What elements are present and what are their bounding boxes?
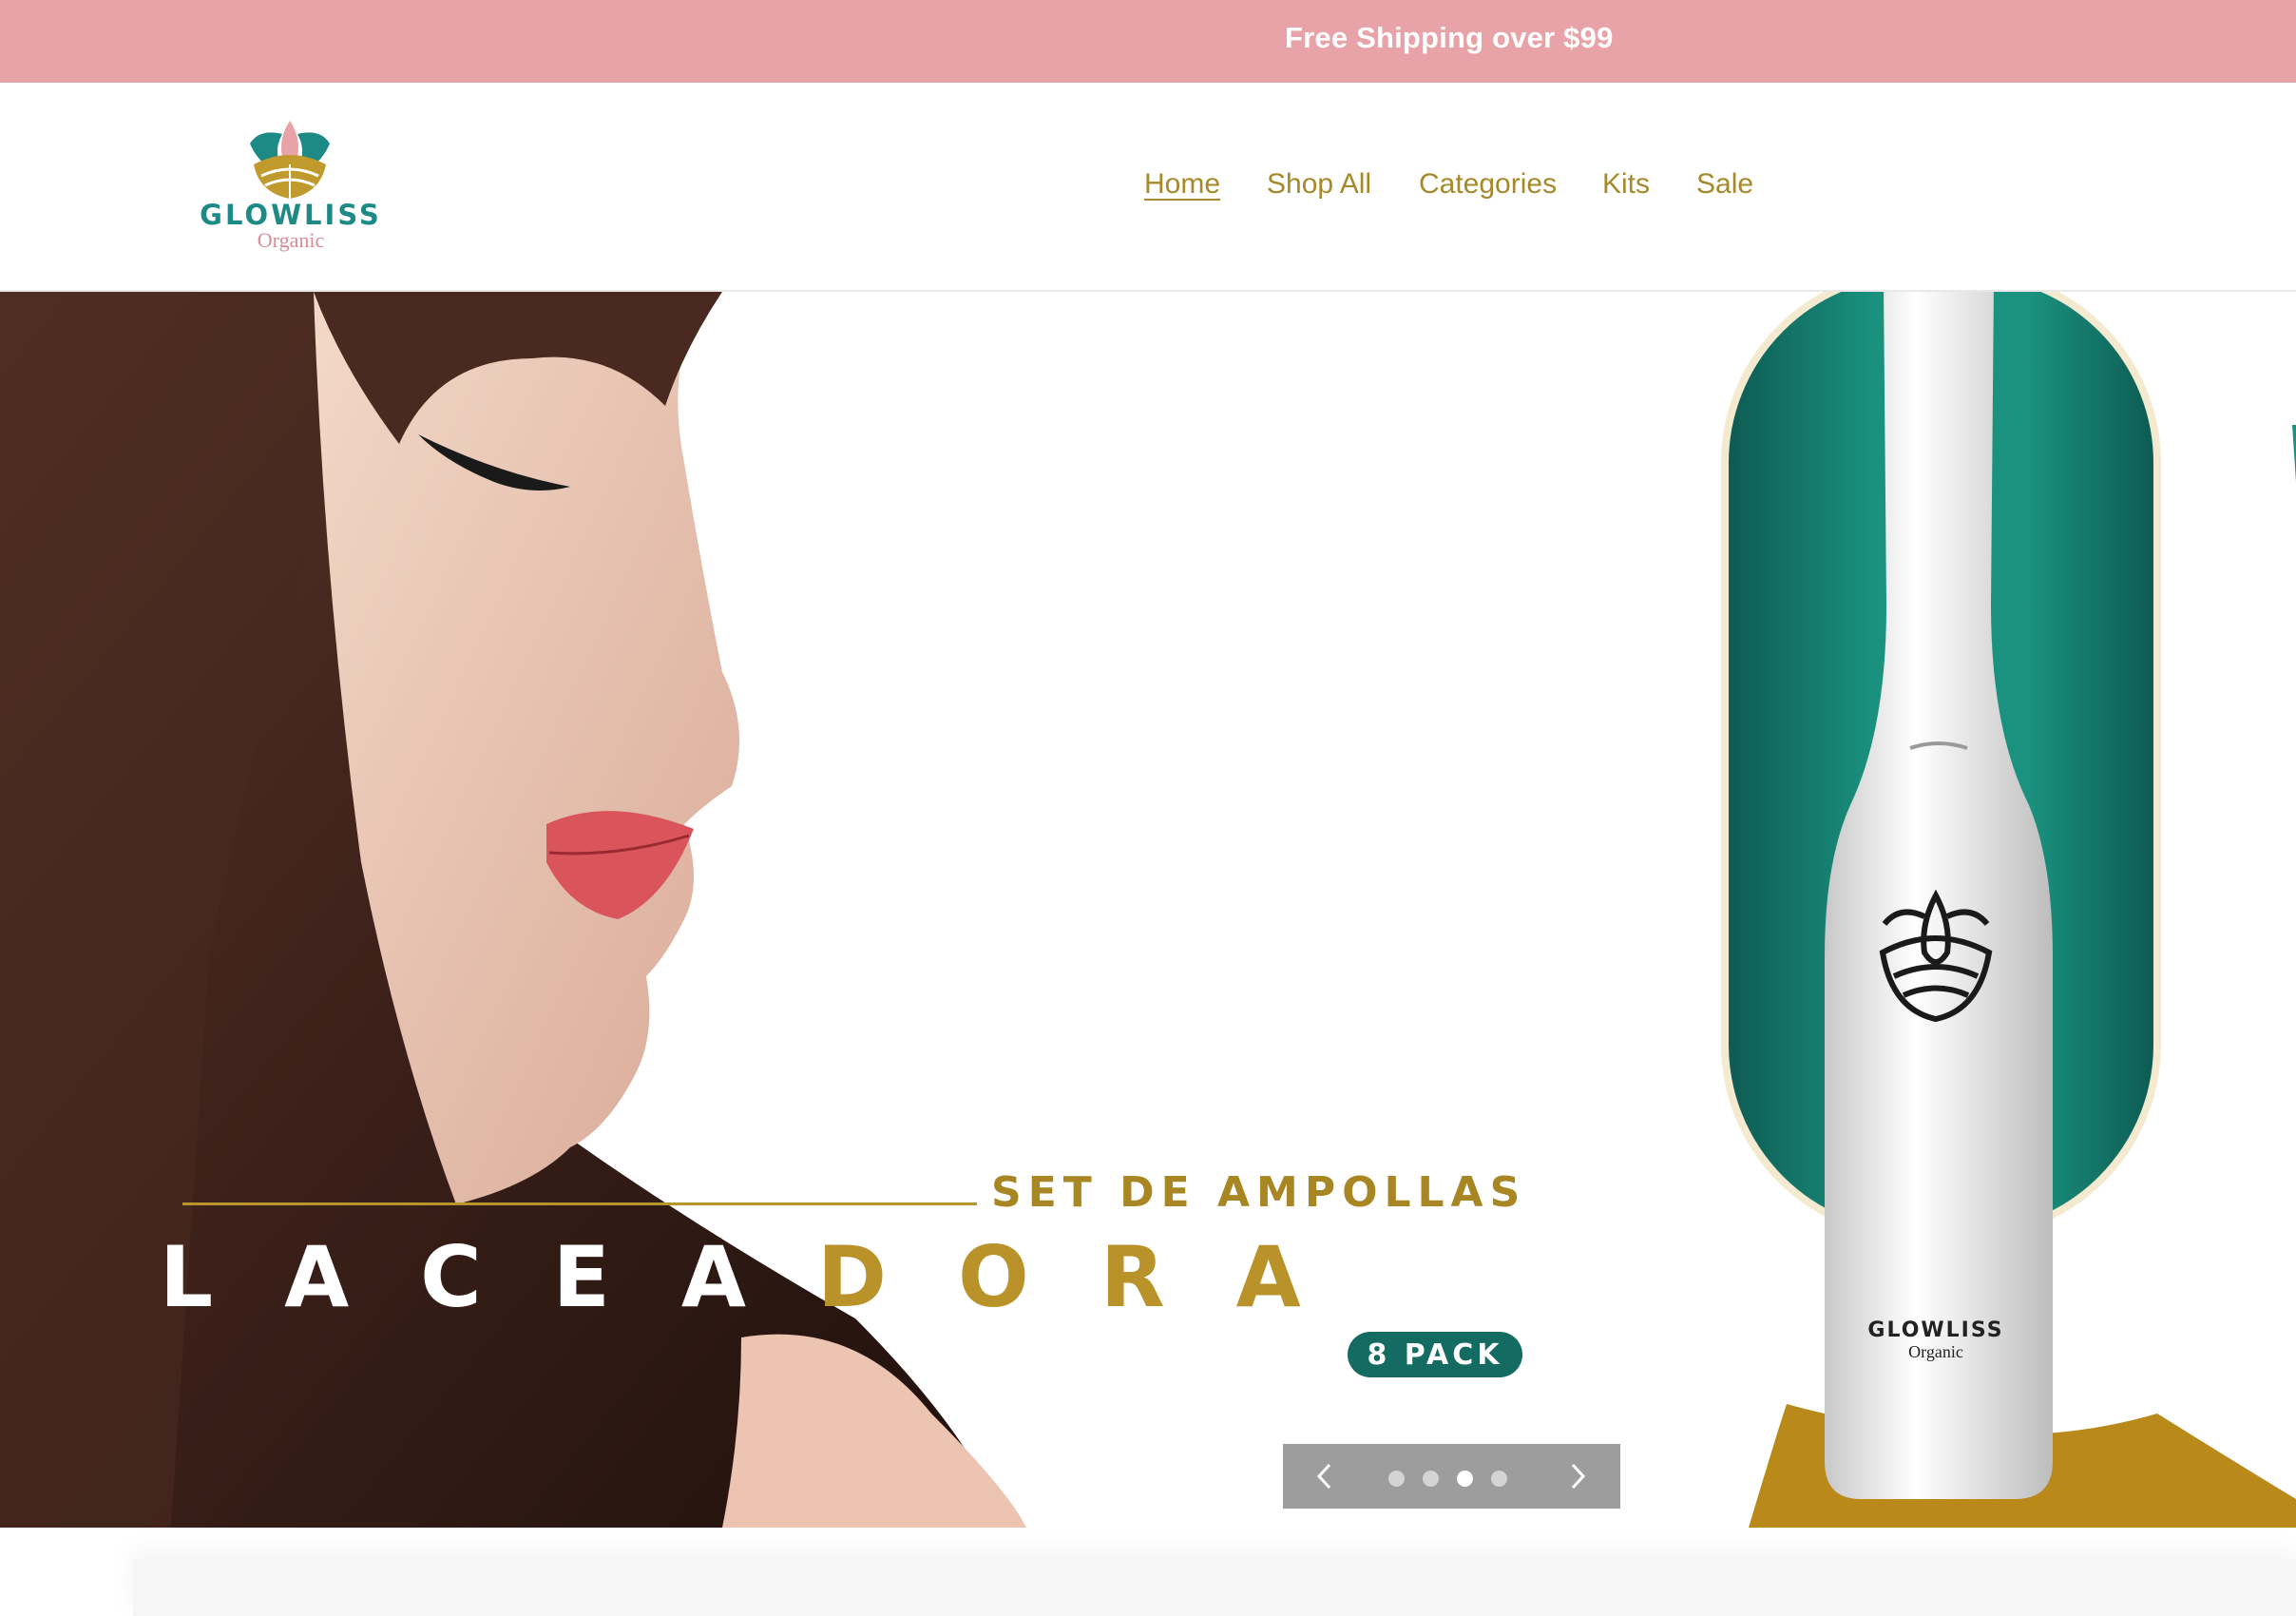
next-slide-button[interactable] — [1559, 1457, 1597, 1495]
nav-item-categories[interactable]: Categories — [1419, 168, 1557, 201]
chevron-left-icon — [1316, 1463, 1331, 1490]
site-header: GLOWLISS Organic Home Shop All Categorie… — [0, 83, 2296, 292]
product-tagline: Organic — [1908, 1342, 1963, 1361]
hero-headline: LACEADORA — [160, 1228, 1372, 1326]
nav-item-home[interactable]: Home — [1144, 168, 1220, 201]
nav-item-sale[interactable]: Sale — [1696, 168, 1753, 201]
hero-headline-gold: DORA — [816, 1228, 1372, 1326]
slide-dot-2[interactable] — [1423, 1471, 1439, 1487]
previous-slide-button[interactable] — [1306, 1457, 1344, 1495]
slideshow-controls — [1283, 1444, 1620, 1509]
slide-dot-3[interactable] — [1457, 1471, 1473, 1487]
pack-badge: 8 PACK — [1348, 1332, 1522, 1377]
nav-item-shop-all[interactable]: Shop All — [1267, 168, 1371, 201]
hero-kicker: SET DE AMPOLLAS — [991, 1168, 1527, 1217]
nav-item-kits[interactable]: Kits — [1602, 168, 1650, 201]
next-section — [133, 1559, 2296, 1616]
slide-dot-1[interactable] — [1388, 1471, 1405, 1487]
announcement-bar: Free Shipping over $99 — [0, 0, 2296, 83]
headline-divider — [182, 1202, 977, 1205]
product-brand: GLOWLISS — [1867, 1318, 2004, 1342]
hero-slideshow: SET DE AMPOLLAS LACEADORA 8 PACK GLOWLIS… — [0, 292, 2296, 1528]
announcement-text: Free Shipping over $99 — [1285, 21, 1614, 54]
hero-headline-white: LACEA — [160, 1228, 817, 1326]
chevron-right-icon — [1571, 1463, 1586, 1490]
main-nav: Home Shop All Categories Kits Sale — [0, 83, 2296, 292]
slide-dot-4[interactable] — [1491, 1471, 1507, 1487]
